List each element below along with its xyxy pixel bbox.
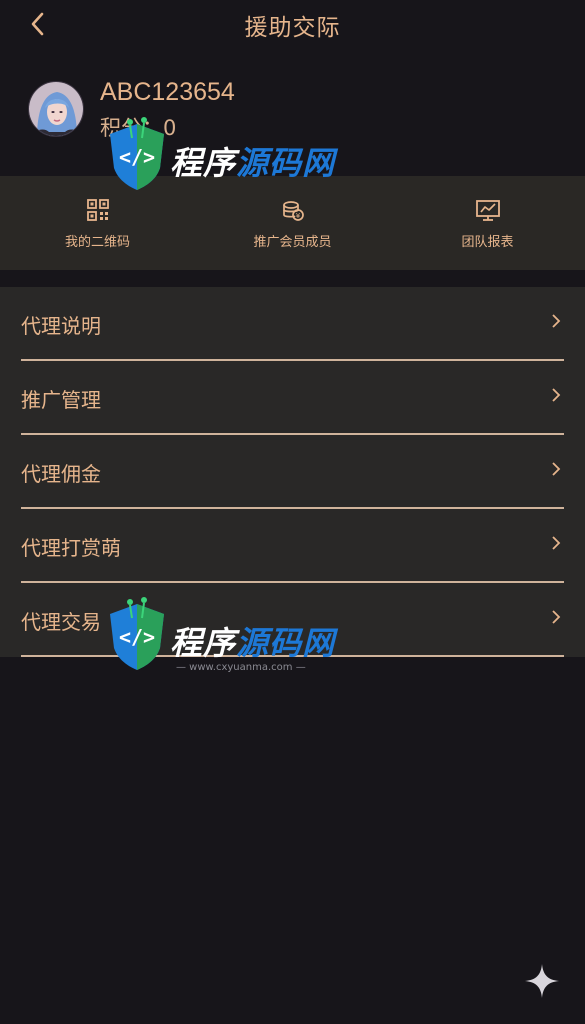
menu-item-label: 代理说明 [21,314,101,338]
promote-members-button[interactable]: ¥ 推广会员成员 [195,176,390,270]
menu-item-label: 推广管理 [21,388,101,412]
chevron-right-icon [550,313,562,329]
profile-section: ABC123654 积分：0 [28,78,568,142]
chevron-right-icon [550,461,562,477]
chevron-right-icon [550,609,562,625]
username: ABC123654 [100,78,235,106]
action-label: 团队报表 [461,234,514,250]
page: 援助交际 ABC123654 积分：0 我的二维码 ¥ 推广会员成员 团队报表 … [0,0,585,1024]
team-report-button[interactable]: 团队报表 [390,176,585,270]
my-qrcode-button[interactable]: 我的二维码 [0,176,195,270]
menu-item-agent-commission[interactable]: 代理佣金 [21,435,564,509]
menu-item-agent-tips[interactable]: 代理打赏萌 [21,509,564,583]
chevron-right-icon [550,387,562,403]
menu-list: 代理说明 推广管理 代理佣金 代理打赏萌 代理交易 [0,287,585,657]
menu-item-label: 代理佣金 [21,462,101,486]
points-label: 积分：0 [100,116,177,140]
chart-monitor-icon [475,197,501,223]
svg-text:¥: ¥ [295,212,300,220]
coins-icon: ¥ [280,197,306,223]
avatar-image [29,82,83,136]
quick-actions-bar: 我的二维码 ¥ 推广会员成员 团队报表 [0,176,585,270]
watermark-url: — www.cxyuanma.com — [176,662,306,673]
menu-item-promotion-management[interactable]: 推广管理 [21,361,564,435]
menu-item-agent-trade[interactable]: 代理交易 [21,583,564,657]
header-bar: 援助交际 [0,0,585,48]
menu-item-label: 代理打赏萌 [21,536,121,560]
page-title: 援助交际 [244,15,341,41]
menu-item-agent-info[interactable]: 代理说明 [21,287,564,361]
chevron-right-icon [550,535,562,551]
svg-text:</>: </> [119,145,155,169]
qrcode-icon [85,197,111,223]
avatar[interactable] [28,81,84,137]
sparkle-icon [523,962,561,1000]
action-label: 我的二维码 [64,234,130,250]
action-label: 推广会员成员 [253,234,332,250]
menu-item-label: 代理交易 [21,610,101,634]
